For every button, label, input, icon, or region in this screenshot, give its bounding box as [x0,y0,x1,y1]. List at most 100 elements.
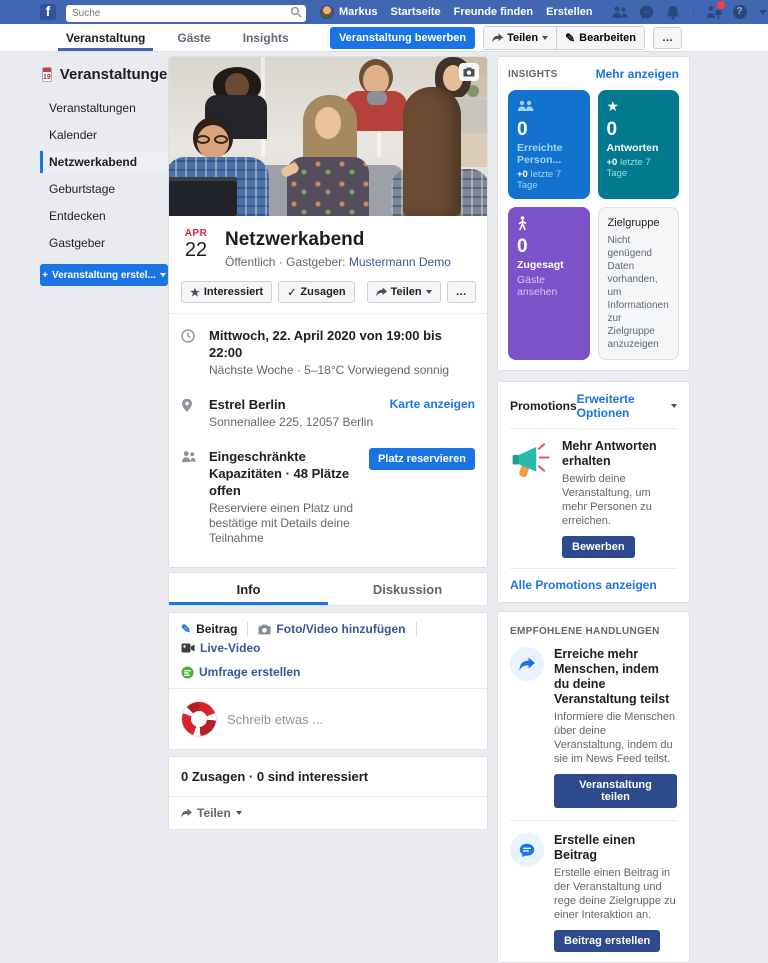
clock-icon [181,327,209,346]
video-camera-icon [181,643,195,653]
event-day: 22 [181,239,211,261]
reserve-seat-button[interactable]: Platz reservieren [369,448,475,470]
post-composer: ✎ Beitrag Foto/Video hinzufügen Live-Vid… [168,612,488,750]
event-host-link[interactable]: Mustermann Demo [349,255,451,269]
sidebar-item-gastgeber[interactable]: Gastgeber [40,232,168,254]
share-edit-group: Teilen ✎ Bearbeiten [483,26,645,50]
advanced-options-link[interactable]: Erweiterte Optionen [577,392,667,420]
promote-event-button[interactable]: Veranstaltung bewerben [330,27,475,49]
sidebar-item-label: Veranstaltungen [49,101,136,115]
interested-button[interactable]: ★ Interessiert [181,281,272,303]
event-details: Mittwoch, 22. April 2020 von 19:00 bis 2… [169,314,487,567]
pages-ads-icon[interactable] [706,5,721,20]
promotions-header: Promotions [510,399,577,413]
sidebar-item-label: Kalender [49,128,97,142]
more-options-button[interactable]: … [653,27,682,49]
event-subtitle: Öffentlich · Gastgeber: Mustermann Demo [225,255,451,269]
search-icon[interactable] [290,6,302,18]
sidebar-item-entdecken[interactable]: Entdecken [40,205,168,227]
tile-going[interactable]: 0 Zugesagt Gäste ansehen [508,207,590,360]
event-capacity: Eingeschränkte Kapazitäten · 48 Plätze o… [209,448,361,499]
promotions-card: Promotions Erweiterte Optionen Mehr Antw… [497,381,690,603]
tab-veranstaltung[interactable]: Veranstaltung [50,24,161,51]
search-input[interactable] [66,5,306,22]
event-time: Mittwoch, 22. April 2020 von 19:00 bis 2… [209,327,475,361]
help-icon[interactable]: ? [733,5,747,19]
event-title: Netzwerkabend [225,228,451,252]
navbar-right: Markus Startseite Freunde finden Erstell… [320,5,767,20]
recommended-title: Erreiche mehr Menschen, indem du deine V… [554,647,677,707]
recommended-text: Erstelle einen Beitrag in der Veranstalt… [554,866,677,922]
show-map-link[interactable]: Karte anzeigen [390,397,475,411]
event-share-button[interactable]: Teilen [367,281,441,303]
tab-info[interactable]: Info [169,573,328,605]
tile-reached-people[interactable]: 0 Erreichte Person... +0 letzte 7 Tage [508,90,590,199]
facebook-logo[interactable]: f [40,4,56,20]
audience-title: Zielgruppe [608,217,670,229]
tile-responses[interactable]: ★ 0 Antworten +0 letzte 7 Tage [598,90,680,199]
messenger-icon[interactable] [639,5,654,20]
composer-photo-action[interactable]: Foto/Video hinzufügen [258,622,405,636]
check-icon: ✓ [287,286,296,299]
event-card: APR 22 Netzwerkabend Öffentlich · Gastge… [168,56,488,568]
sidebar-item-netzwerkabend[interactable]: Netzwerkabend [40,151,168,173]
nav-link-home[interactable]: Startseite [391,6,441,18]
event-more-button[interactable]: … [447,281,476,303]
composer-post-action[interactable]: ✎ Beitrag [181,622,237,636]
profile-shortcut[interactable]: Markus [320,5,378,19]
create-post-button[interactable]: Beitrag erstellen [554,930,660,952]
going-value: 0 [517,237,581,257]
reached-trend: +0 letzte 7 Tage [517,169,581,191]
going-label: Zugesagt [517,259,581,271]
boost-button[interactable]: Bewerben [562,536,635,558]
cover-glasses [214,135,228,144]
tab-gaeste[interactable]: Gäste [161,24,226,51]
tab-insights-label: Insights [243,31,289,45]
tab-gaeste-label: Gäste [177,31,210,45]
edit-button[interactable]: ✎ Bearbeiten [556,27,644,49]
share-button[interactable]: Teilen [484,27,556,49]
pencil-icon: ✎ [565,32,575,44]
event-cover-photo[interactable] [169,57,487,216]
content-tabs: Info Diskussion [168,572,488,606]
notifications-icon[interactable] [666,5,681,20]
chevron-down-icon[interactable] [671,404,677,408]
tab-diskussion[interactable]: Diskussion [328,573,487,605]
edit-button-label: Bearbeiten [579,32,636,44]
sidebar-item-geburtstage[interactable]: Geburtstage [40,178,168,200]
composer-input[interactable]: Schreib etwas ... [227,712,323,727]
recommended-item-share: Erreiche mehr Menschen, indem du deine V… [510,647,677,808]
friend-requests-icon[interactable] [612,5,627,20]
nav-link-create[interactable]: Erstellen [546,6,592,18]
going-button[interactable]: ✓ Zusagen [278,281,354,303]
sidebar-item-label: Gastgeber [49,236,105,250]
composer-live-action[interactable]: Live-Video [181,641,260,655]
sidebar-item-veranstaltungen[interactable]: Veranstaltungen [40,97,168,119]
tab-insights[interactable]: Insights [227,24,305,51]
insights-card: INSIGHTS Mehr anzeigen 0 Erreichte Perso… [497,56,690,371]
event-venue: Estrel Berlin [209,396,382,413]
account-menu-icon[interactable] [759,10,767,15]
reached-label: Erreichte Person... [517,142,581,166]
audience-text: Nicht genügend Daten vorhanden, um Infor… [608,234,670,351]
sidebar-item-kalender[interactable]: Kalender [40,124,168,146]
event-date: APR 22 [181,228,211,269]
left-sidebar: 19 Veranstaltungen Veranstaltungen Kalen… [40,56,168,286]
stats-share-button[interactable]: Teilen [169,797,487,829]
location-pin-icon [181,396,209,416]
response-summary: 0 Zusagen · 0 sind interessiert [169,757,487,797]
view-guests-link[interactable]: Gäste ansehen [517,274,581,298]
nav-link-find-friends[interactable]: Freunde finden [454,6,533,18]
recommended-actions-card: EMPFOHLENE HANDLUNGEN Erreiche mehr Mens… [497,611,690,963]
share-arrow-icon [510,647,544,681]
create-event-button[interactable]: + Veranstaltung erstel... [40,264,168,286]
composer-poll-action[interactable]: Umfrage erstellen [181,665,300,679]
stats-share-label: Teilen [197,806,231,820]
all-promotions-link[interactable]: Alle Promotions anzeigen [510,578,657,592]
cover-glasses [196,135,210,144]
cover-person [403,87,461,216]
insights-more-link[interactable]: Mehr anzeigen [596,67,679,81]
navbar-icons: ? [612,5,767,20]
edit-cover-photo-button[interactable] [459,63,479,81]
share-event-button[interactable]: Veranstaltung teilen [554,774,677,808]
